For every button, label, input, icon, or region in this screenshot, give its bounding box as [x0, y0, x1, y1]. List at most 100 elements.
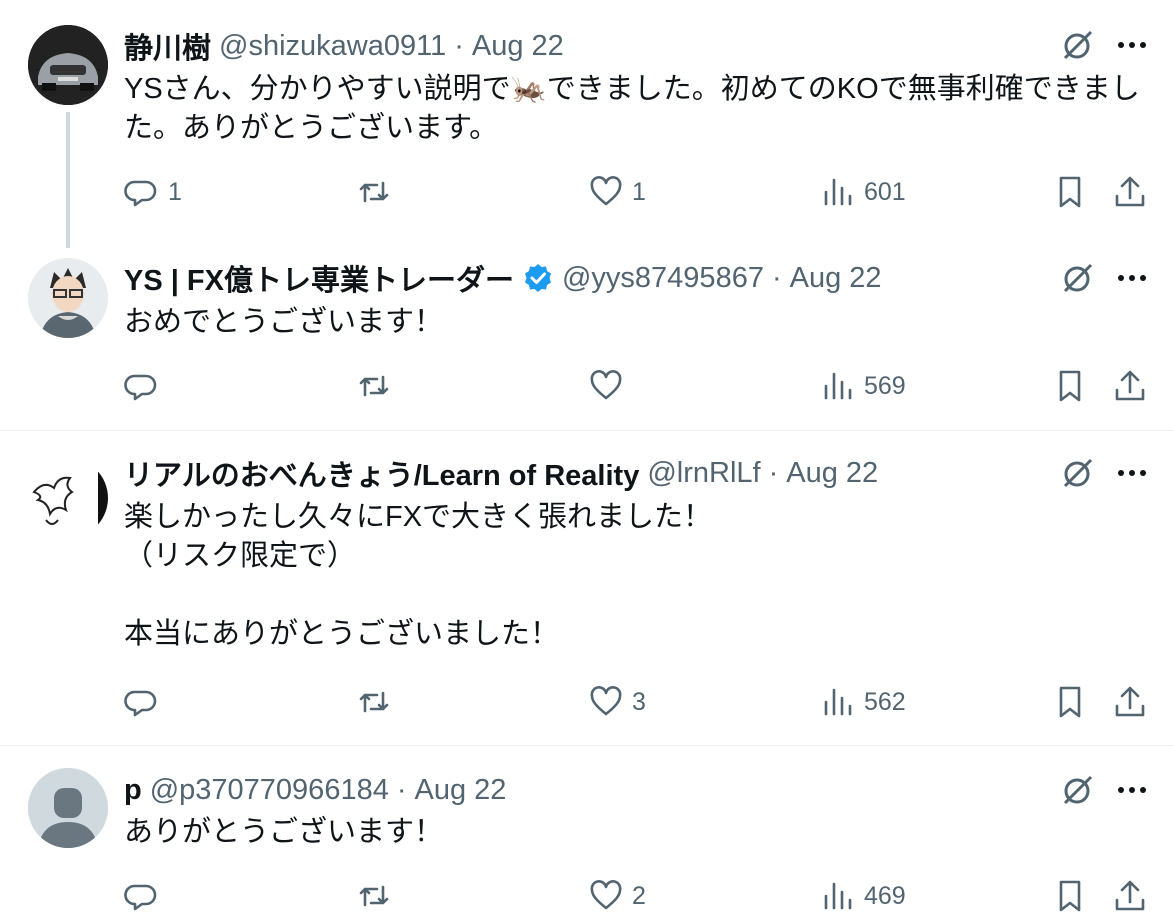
reply-icon	[124, 374, 157, 401]
reply-icon	[124, 180, 157, 207]
bookmark-button[interactable]	[1052, 874, 1088, 918]
display-name[interactable]: p	[124, 774, 142, 807]
tweet-4[interactable]: p @p370770966184 · Aug 22 ありがとうございます！ 2 …	[0, 746, 1174, 924]
retweet-icon	[359, 885, 389, 907]
more-icon[interactable]	[1112, 453, 1152, 493]
tweet-1[interactable]: 静川樹 @shizukawa0911 · Aug 22 YSさん、分かりやすい説…	[0, 0, 1174, 248]
share-icon	[1115, 880, 1145, 911]
action-bar: 1 1 601	[0, 170, 1174, 214]
views-count: 601	[864, 177, 906, 206]
tweet-date[interactable]: Aug 22	[472, 30, 564, 63]
avatar[interactable]	[28, 768, 108, 848]
tweet-date[interactable]: Aug 22	[790, 262, 882, 295]
tweet-text: 楽しかったし久々にFXで大きく張れました！ （リスク限定で） 本当にありがとうご…	[124, 501, 713, 650]
views-button[interactable]: 562	[820, 680, 906, 724]
anime-avatar-image	[28, 258, 108, 338]
views-button[interactable]: 601	[820, 170, 906, 214]
retweet-button[interactable]	[356, 680, 400, 724]
avatar[interactable]	[28, 258, 108, 338]
avatar[interactable]	[28, 25, 108, 105]
like-button[interactable]: 1	[588, 170, 646, 214]
retweet-button[interactable]	[356, 364, 400, 408]
views-icon	[824, 882, 852, 910]
share-button[interactable]	[1112, 364, 1148, 408]
reply-button[interactable]	[124, 680, 168, 724]
action-bar: 3 562	[0, 680, 1174, 724]
user-handle[interactable]: @lrnRlLf	[647, 457, 760, 490]
bookmark-button[interactable]	[1052, 170, 1088, 214]
more-icon[interactable]	[1112, 770, 1152, 810]
car-avatar-image	[28, 25, 108, 105]
like-count: 1	[632, 177, 646, 206]
display-name[interactable]: YS | FX億トレ専業トレーダー	[124, 257, 514, 299]
retweet-icon	[359, 375, 389, 397]
share-icon	[1115, 176, 1145, 207]
tweet-date[interactable]: Aug 22	[786, 457, 878, 490]
share-button[interactable]	[1112, 680, 1148, 724]
retweet-button[interactable]	[356, 874, 400, 918]
views-count: 569	[864, 371, 906, 400]
separator: ·	[396, 773, 407, 806]
more-icon[interactable]	[1112, 25, 1152, 65]
reply-icon	[124, 690, 157, 717]
tweet-header: YS | FX億トレ専業トレーダー @yys87495867 · Aug 22	[124, 258, 882, 298]
bookmark-icon	[1059, 370, 1081, 402]
views-count: 562	[864, 687, 906, 716]
tweet-date[interactable]: Aug 22	[415, 774, 507, 807]
views-icon	[824, 688, 852, 716]
tweet-header: リアルのおべんきょう/Learn of Reality @lrnRlLf · A…	[124, 453, 878, 493]
retweet-button[interactable]	[356, 170, 400, 214]
separator: ·	[771, 261, 782, 294]
verified-badge-icon[interactable]	[522, 262, 554, 294]
tweet-text: おめでとうございます！	[124, 306, 444, 338]
views-button[interactable]: 469	[820, 874, 906, 918]
bookmark-button[interactable]	[1052, 364, 1088, 408]
avatar[interactable]	[28, 458, 108, 538]
like-count: 3	[632, 687, 646, 716]
share-button[interactable]	[1112, 170, 1148, 214]
separator: ·	[768, 456, 779, 489]
bookmark-button[interactable]	[1052, 680, 1088, 724]
like-icon	[590, 880, 622, 910]
like-button[interactable]	[588, 364, 632, 408]
user-handle[interactable]: @shizukawa0911	[219, 30, 446, 63]
views-icon	[824, 178, 852, 206]
like-icon	[590, 686, 622, 716]
like-button[interactable]: 2	[588, 874, 646, 918]
tweet-text: ありがとうございます！	[124, 816, 444, 848]
user-handle[interactable]: @p370770966184	[150, 774, 389, 807]
share-icon	[1115, 686, 1145, 717]
default-avatar-image	[28, 768, 108, 848]
more-icon[interactable]	[1112, 258, 1152, 298]
reply-button[interactable]	[124, 364, 168, 408]
grok-icon[interactable]	[1058, 258, 1098, 298]
bookmark-icon	[1059, 880, 1081, 912]
like-icon	[590, 370, 622, 400]
phoenix-avatar-image	[28, 458, 108, 538]
reply-button[interactable]: 1	[124, 170, 182, 214]
bookmark-icon	[1059, 686, 1081, 718]
tweet-3[interactable]: リアルのおべんきょう/Learn of Reality @lrnRlLf · A…	[0, 431, 1174, 745]
reply-count: 1	[168, 177, 182, 206]
grok-icon[interactable]	[1058, 770, 1098, 810]
grok-icon[interactable]	[1058, 453, 1098, 493]
like-count: 2	[632, 881, 646, 910]
separator: ·	[454, 29, 464, 62]
tweet-2[interactable]: YS | FX億トレ専業トレーダー @yys87495867 · Aug 22 …	[0, 240, 1174, 430]
user-handle[interactable]: @yys87495867	[562, 262, 764, 295]
display-name[interactable]: リアルのおべんきょう/Learn of Reality	[124, 452, 639, 494]
share-button[interactable]	[1112, 874, 1148, 918]
tweet-text: YSさん、分かりやすい説明で🦗できました。初めてのKOで無事利確できました。あり…	[124, 73, 1140, 144]
bookmark-icon	[1059, 176, 1081, 208]
like-button[interactable]: 3	[588, 680, 646, 724]
action-bar: 2 469	[0, 874, 1174, 918]
action-bar: 569	[0, 364, 1174, 408]
views-icon	[824, 372, 852, 400]
grok-icon[interactable]	[1058, 25, 1098, 65]
retweet-icon	[359, 691, 389, 713]
tweet-header: p @p370770966184 · Aug 22	[124, 770, 506, 810]
share-icon	[1115, 370, 1145, 401]
views-button[interactable]: 569	[820, 364, 906, 408]
display-name[interactable]: 静川樹	[124, 25, 211, 67]
reply-button[interactable]	[124, 874, 168, 918]
